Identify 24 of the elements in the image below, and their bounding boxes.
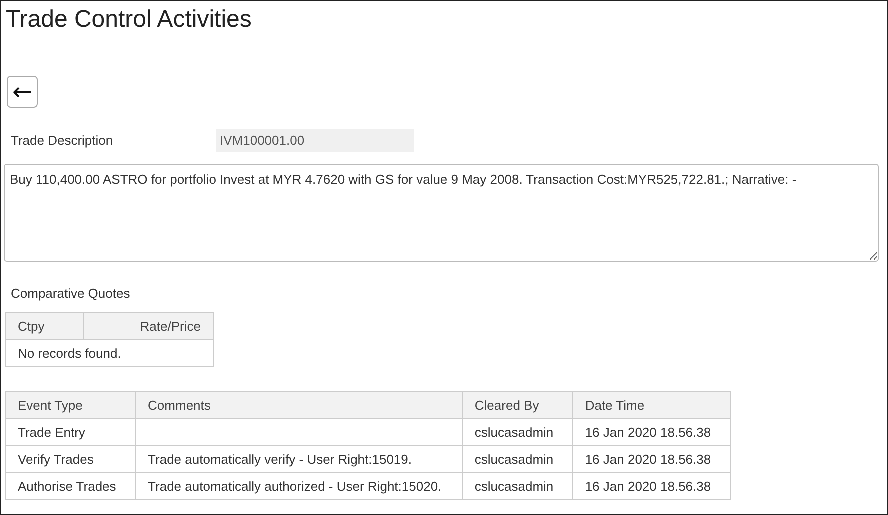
table-cell: Authorise Trades [6,472,136,500]
empty-message: No records found. [6,340,214,366]
column-header: Cleared By [462,392,573,418]
trade-description-field[interactable]: IVM100001.00 [216,129,414,152]
column-header: Comments [136,392,462,418]
table-cell: cslucasadmin [462,446,573,472]
table-cell: 16 Jan 2020 18.56.38 [572,418,730,446]
table-cell: cslucasadmin [462,418,573,446]
column-header: Rate/Price [84,312,214,340]
column-header: Event Type [6,392,136,418]
section-title: Comparative Quotes [11,286,132,301]
table-cell: 16 Jan 2020 18.56.38 [572,472,730,500]
back-button[interactable]: ← [7,76,38,108]
table-cell: cslucasadmin [462,472,573,500]
field-label: Trade Description [10,133,114,148]
column-header: Ctpy [6,312,84,340]
table-cell: 16 Jan 2020 18.56.38 [572,446,730,472]
narrative-field[interactable]: Buy 110,400.00 ASTRO for portfolio Invest at MYR 4.7620 with GS for value 9 May 2008. Transaction Cost:MYR525,722.81.; Narrative: - [4,164,879,262]
page-title: Trade Control Activities [6,5,253,35]
table-cell: Trade Entry [6,418,136,446]
table-cell: Verify Trades [6,446,136,472]
table-cell: Trade automatically verify - User Right:15019. [136,446,462,472]
column-header: Date Time [572,392,730,418]
table-cell: Trade automatically authorized - User Right:15020. [136,472,462,500]
